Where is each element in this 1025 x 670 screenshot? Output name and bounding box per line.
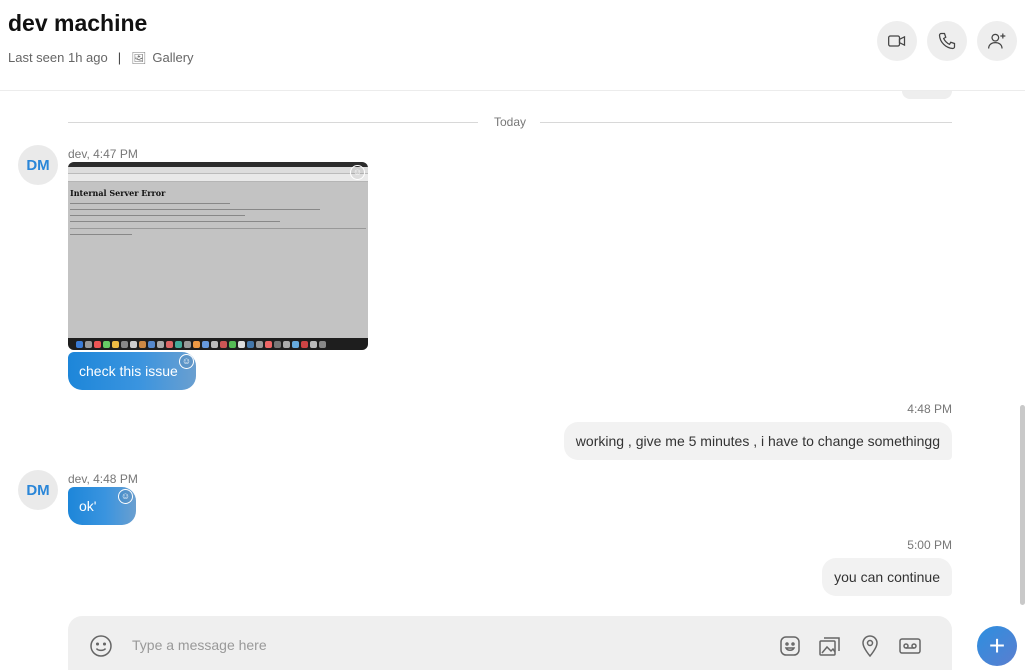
message-input[interactable] (130, 633, 634, 657)
divider-line-left (68, 122, 478, 123)
incoming-message-bubble[interactable]: ok' ☺ (68, 487, 136, 525)
screenshot-tabs (68, 167, 368, 174)
sender-time: dev, 4:47 PM (68, 147, 138, 161)
location-icon (862, 635, 878, 658)
previous-message-bubble (902, 91, 952, 99)
message-composer (68, 616, 952, 670)
add-person-icon (988, 33, 1006, 49)
reaction-icon[interactable]: ☺ (350, 165, 365, 180)
media-button[interactable] (817, 633, 843, 659)
media-icon (819, 637, 840, 656)
video-call-button[interactable] (877, 21, 917, 61)
screenshot-text-line (70, 221, 280, 222)
scrollbar[interactable] (1020, 405, 1025, 605)
chat-header: dev machine Last seen 1h ago | 🖼 Gallery (0, 0, 1025, 91)
message-text: check this issue (79, 363, 178, 379)
audio-call-icon (938, 32, 956, 50)
reaction-icon[interactable]: ☺ (179, 354, 194, 369)
outgoing-message-bubble[interactable]: you can continue (822, 558, 952, 596)
header-subline: Last seen 1h ago | 🖼 Gallery (8, 50, 194, 65)
video-message-button[interactable] (897, 633, 923, 659)
last-seen-status: Last seen 1h ago (8, 50, 108, 65)
reaction-icon[interactable]: ☺ (118, 489, 133, 504)
chat-title: dev machine (8, 10, 148, 36)
video-call-icon (888, 35, 906, 47)
message-list[interactable]: Today DM dev, 4:47 PM Internal Server Er… (0, 91, 1025, 616)
gallery-icon[interactable]: 🖼 (131, 51, 146, 65)
screenshot-dock (68, 338, 368, 350)
add-button[interactable]: + (977, 626, 1017, 666)
sticker-button[interactable] (777, 633, 803, 659)
screenshot-text-line (70, 203, 230, 204)
message-text: working , give me 5 minutes , i have to … (575, 433, 940, 449)
sender-time: dev, 4:48 PM (68, 472, 138, 486)
screenshot-rule (70, 228, 366, 229)
screenshot-text-line (70, 234, 132, 235)
audio-call-button[interactable] (927, 21, 967, 61)
divider-line-right (540, 122, 952, 123)
gallery-link[interactable]: Gallery (152, 50, 193, 65)
screenshot-urlbar (68, 174, 368, 182)
avatar[interactable]: DM (18, 145, 58, 185)
outgoing-message-bubble[interactable]: working , give me 5 minutes , i have to … (563, 422, 952, 460)
sticker-icon (780, 636, 800, 656)
message-time: 4:48 PM (907, 402, 952, 416)
separator: | (117, 50, 122, 65)
screenshot-text-line (70, 209, 320, 210)
emoji-button[interactable] (89, 634, 112, 657)
message-text: ok' (79, 498, 97, 514)
location-button[interactable] (857, 633, 883, 659)
screenshot-text-line (70, 215, 245, 216)
message-text: you can continue (834, 569, 940, 585)
avatar[interactable]: DM (18, 470, 58, 510)
date-divider-label: Today (493, 115, 527, 129)
add-participant-button[interactable] (977, 21, 1017, 61)
image-attachment[interactable]: Internal Server Error ☺ (68, 162, 368, 350)
video-message-icon (899, 638, 921, 654)
screenshot-heading: Internal Server Error (70, 188, 166, 198)
message-time: 5:00 PM (907, 538, 952, 552)
emoji-icon (90, 635, 112, 657)
incoming-message-bubble[interactable]: check this issue ☺ (68, 352, 196, 390)
